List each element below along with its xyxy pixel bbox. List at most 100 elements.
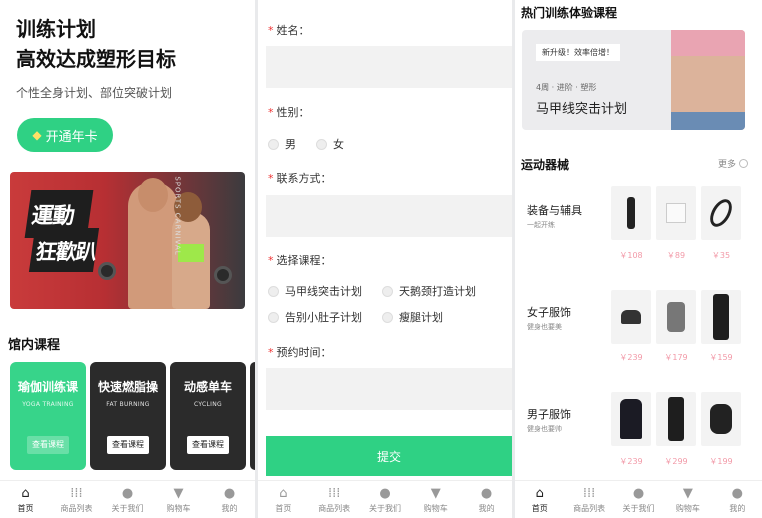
view-course-button[interactable]: 查看课程 — [107, 436, 149, 454]
price: ￥299 — [664, 457, 688, 466]
scale-icon — [666, 203, 686, 223]
tab-home[interactable]: ⌂ 首页 — [0, 481, 51, 518]
course-radio-abs[interactable]: 马甲线突击计划 — [268, 283, 362, 299]
tab-label: 首页 — [17, 504, 34, 513]
price: ￥35 — [711, 251, 731, 260]
hot-course-card[interactable]: 新升级！效率倍增！ 4周 · 进阶 · 塑形 马甲线突击计划 — [522, 30, 745, 130]
tab-cart[interactable]: ▼ 购物车 — [663, 481, 712, 518]
tab-products[interactable]: ⁞⁞⁞ 商品列表 — [564, 481, 613, 518]
tank-top-icon — [667, 302, 685, 332]
view-course-button[interactable]: 查看课程 — [27, 436, 69, 454]
course-label: * 选择课程： — [268, 254, 332, 267]
course-radio-belly[interactable]: 告别小肚子计划 — [268, 309, 362, 325]
section-title: 馆内课程 — [8, 338, 61, 353]
hot-courses-title: 热门训练体验课程 — [521, 6, 618, 20]
ball-icon: ● — [632, 486, 645, 501]
course-name: 快速燃脂操 — [97, 380, 158, 394]
product-item[interactable] — [701, 186, 741, 240]
tab-about[interactable]: ● 关于我们 — [102, 481, 153, 518]
radio-icon — [316, 138, 327, 150]
contact-input[interactable] — [266, 195, 512, 237]
view-course-button[interactable]: 查看课程 — [187, 436, 229, 454]
more-link[interactable]: 更多 — [718, 157, 748, 170]
tab-cart[interactable]: ▼ 购物车 — [153, 481, 204, 518]
radio-icon — [268, 311, 279, 323]
grid-icon: ⁞⁞⁞ — [327, 486, 341, 501]
course-card-partial[interactable] — [250, 362, 255, 470]
tab-home[interactable]: ⌂ 首页 — [258, 481, 309, 518]
banner-text: 運動 — [29, 204, 76, 229]
tab-bar: ⌂ 首页 ⁞⁞⁞ 商品列表 ● 关于我们 ▼ 购物车 ● 我的 — [0, 480, 255, 518]
product-item[interactable] — [656, 186, 696, 240]
athlete-top — [178, 244, 204, 262]
radio-icon — [268, 285, 279, 297]
product-item[interactable] — [701, 290, 741, 344]
dumbbell-icon — [214, 266, 232, 284]
home-screen: 训练计划 高效达成塑形目标 个性全身计划、部位突破计划 ◆ 开通年卡 運動 狂歡… — [0, 0, 255, 518]
tab-label: 商品列表 — [318, 504, 351, 513]
course-card-fat-burning[interactable]: 快速燃脂操 FAT BURNING 查看课程 — [90, 362, 166, 470]
price: ￥179 — [664, 353, 688, 362]
category-name: 装备与辅具 — [527, 204, 582, 217]
annual-card-button[interactable]: ◆ 开通年卡 — [17, 118, 113, 152]
name-label: * 姓名： — [268, 24, 310, 37]
product-item[interactable] — [656, 392, 696, 446]
promo-tag: 新升级！效率倍增！ — [536, 44, 620, 61]
price: ￥108 — [619, 251, 643, 260]
course-en: FAT BURNING — [106, 401, 150, 408]
tab-mine[interactable]: ● 我的 — [713, 481, 762, 518]
gender-label: * 性别： — [268, 106, 310, 119]
course-name: 瑜伽训练课 — [17, 380, 78, 394]
product-item[interactable] — [611, 290, 651, 344]
home-icon: ⌂ — [279, 486, 288, 501]
user-icon: ● — [731, 486, 743, 501]
radio-icon — [382, 311, 393, 323]
course-card-cycling[interactable]: 动感单车 CYCLING 查看课程 — [170, 362, 246, 470]
product-item[interactable] — [611, 392, 651, 446]
jump-rope-icon — [705, 195, 737, 231]
time-input[interactable] — [266, 368, 512, 410]
tab-about[interactable]: ● 关于我们 — [614, 481, 663, 518]
gender-male-radio[interactable]: 男 — [268, 136, 296, 152]
tab-bar: ⌂ 首页 ⁞⁞⁞ 商品列表 ● 关于我们 ▼ 购物车 ● 我的 — [258, 480, 512, 518]
course-en: CYCLING — [194, 401, 222, 408]
product-item[interactable] — [701, 392, 741, 446]
tab-label: 关于我们 — [622, 504, 655, 513]
promo-title: 马甲线突击计划 — [536, 102, 628, 117]
product-item[interactable] — [611, 186, 651, 240]
page-subtitle: 个性全身计划、部位突破计划 — [16, 86, 173, 100]
grid-icon: ⁞⁞⁞ — [70, 486, 83, 501]
sports-bra-icon — [621, 310, 641, 324]
product-item[interactable] — [656, 290, 696, 344]
tab-mine[interactable]: ● 我的 — [204, 481, 255, 518]
gender-female-radio[interactable]: 女 — [316, 136, 344, 152]
category-sub: 健身也要帅 — [527, 425, 562, 433]
course-card-yoga[interactable]: 瑜伽训练课 YOGA TRAINING 查看课程 — [10, 362, 86, 470]
tab-mine[interactable]: ● 我的 — [461, 481, 512, 518]
radio-icon — [268, 138, 279, 150]
tab-home[interactable]: ⌂ 首页 — [515, 481, 564, 518]
course-radio-neck[interactable]: 天鹅颈打造计划 — [382, 283, 476, 299]
cart-icon: ▼ — [173, 486, 184, 501]
tab-cart[interactable]: ▼ 购物车 — [410, 481, 461, 518]
course-radio-legs[interactable]: 瘦腿计划 — [382, 309, 443, 325]
tab-about[interactable]: ● 关于我们 — [360, 481, 411, 518]
submit-button[interactable]: 提交 — [266, 436, 512, 476]
tab-products[interactable]: ⁞⁞⁞ 商品列表 — [51, 481, 102, 518]
tab-products[interactable]: ⁞⁞⁞ 商品列表 — [309, 481, 360, 518]
chevron-right-icon — [739, 159, 748, 168]
price: ￥239 — [619, 353, 643, 362]
banner-side-text: SPORTS CARNIVAL — [173, 176, 182, 256]
tab-label: 我的 — [478, 504, 495, 513]
booking-form-screen: * 姓名： * 性别： 男 女 * 联系方式： * 选择课程： 马甲线突击计划 天鹅颈打… — [258, 0, 512, 518]
name-input[interactable] — [266, 46, 512, 88]
promo-meta: 4周 · 进阶 · 塑形 — [536, 83, 597, 92]
course-name: 动感单车 — [183, 380, 232, 394]
tab-label: 关于我们 — [368, 504, 401, 513]
grid-icon: ⁞⁞⁞ — [582, 486, 596, 501]
tab-label: 首页 — [275, 504, 292, 513]
category-name: 男子服饰 — [527, 408, 571, 421]
home-icon: ⌂ — [535, 486, 544, 501]
contact-label: * 联系方式： — [268, 172, 332, 185]
promo-banner[interactable]: 運動 狂歡趴 SPORTS CARNIVAL — [10, 172, 245, 309]
